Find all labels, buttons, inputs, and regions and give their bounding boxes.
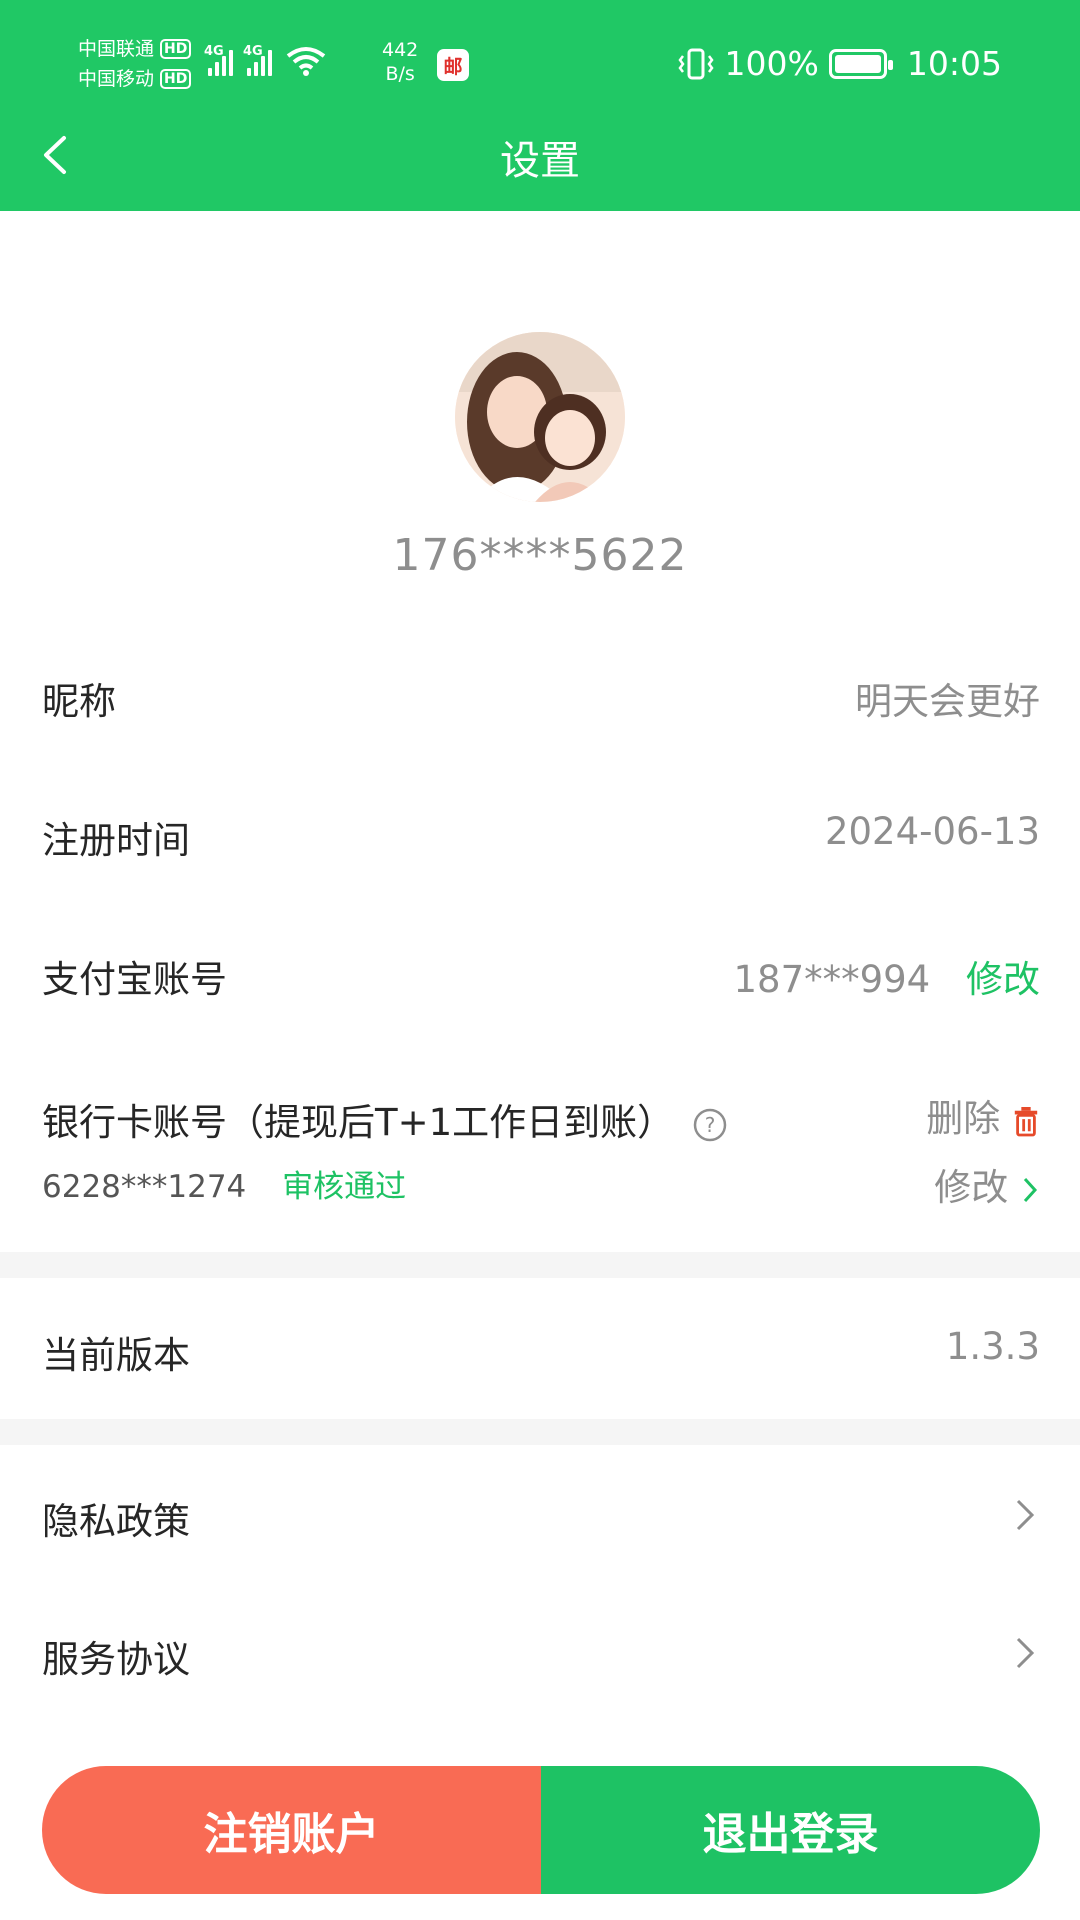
register-time-value: 2024-06-13 bbox=[824, 810, 1040, 853]
alipay-label: 支付宝账号 bbox=[42, 958, 227, 1001]
signal-icon-1: 4G bbox=[204, 44, 233, 76]
nickname-label: 昵称 bbox=[42, 680, 116, 723]
bank-card-label: 银行卡账号（提现后T+1工作日到账） bbox=[42, 1101, 675, 1144]
bank-edit-label: 修改 bbox=[934, 1166, 1009, 1209]
trash-icon bbox=[1014, 1106, 1038, 1136]
page-title: 设置 bbox=[500, 138, 580, 184]
user-phone: 176****5622 bbox=[392, 530, 688, 581]
mail-notification-icon: 邮 bbox=[437, 49, 469, 81]
alipay-edit-link[interactable]: 修改 bbox=[966, 958, 1040, 1001]
chevron-right-icon bbox=[1016, 1637, 1035, 1668]
help-icon[interactable]: ? bbox=[692, 1107, 728, 1143]
register-time-label: 注册时间 bbox=[42, 819, 190, 862]
nickname-value: 明天会更好 bbox=[855, 680, 1040, 723]
hd-badge-2: HD bbox=[160, 69, 192, 89]
chevron-right-icon bbox=[1023, 1177, 1038, 1202]
chevron-right-icon bbox=[1016, 1499, 1035, 1530]
clock: 10:05 bbox=[906, 44, 1002, 83]
bank-card-number: 6228***1274 bbox=[42, 1169, 247, 1205]
avatar-image bbox=[455, 332, 625, 502]
network-type-2: 4G bbox=[243, 44, 263, 59]
status-right: 100% 10:05 bbox=[677, 44, 1002, 83]
section-divider-2 bbox=[0, 1419, 1080, 1445]
app-header: 中国联通 HD 中国移动 HD 4G 4G 442 B/s 邮 100% 10:… bbox=[0, 0, 1080, 211]
service-agreement-label: 服务协议 bbox=[42, 1638, 190, 1681]
network-type-1: 4G bbox=[204, 44, 224, 59]
register-time-row: 注册时间 2024-06-13 bbox=[42, 810, 1040, 864]
battery-icon bbox=[828, 48, 893, 79]
section-divider-1 bbox=[0, 1252, 1080, 1278]
speed-unit: B/s bbox=[385, 63, 415, 85]
battery-percent: 100% bbox=[724, 44, 819, 83]
bank-card-status: 审核通过 bbox=[282, 1169, 407, 1205]
alipay-value: 187***994 bbox=[733, 958, 931, 1001]
network-speed: 442 B/s bbox=[382, 38, 418, 86]
speed-value: 442 bbox=[382, 39, 419, 61]
bank-card-detail-row: 6228***1274 审核通过 修改 bbox=[42, 1161, 1040, 1209]
privacy-policy-row[interactable]: 隐私政策 bbox=[42, 1491, 1040, 1545]
alipay-row: 支付宝账号 187***994 修改 bbox=[42, 949, 1040, 1003]
bank-delete-label: 删除 bbox=[926, 1097, 1001, 1140]
svg-text:?: ? bbox=[705, 1113, 716, 1137]
bank-card-row: 银行卡账号（提现后T+1工作日到账） ? 删除 bbox=[42, 1092, 1040, 1146]
service-agreement-row[interactable]: 服务协议 bbox=[42, 1629, 1040, 1683]
wifi-icon bbox=[286, 47, 326, 76]
mail-badge-text: 邮 bbox=[443, 55, 463, 78]
signal-icon-2: 4G bbox=[243, 44, 272, 76]
avatar[interactable] bbox=[455, 332, 625, 502]
carrier-1: 中国联通 bbox=[78, 38, 155, 60]
version-label: 当前版本 bbox=[42, 1334, 190, 1377]
carrier-2: 中国移动 bbox=[78, 68, 155, 90]
version-row: 当前版本 1.3.3 bbox=[42, 1325, 1040, 1379]
hd-badge-1: HD bbox=[160, 39, 192, 59]
logout-button[interactable]: 退出登录 bbox=[541, 1766, 1040, 1894]
bank-delete-button[interactable]: 删除 bbox=[926, 1088, 1040, 1142]
cancel-account-button[interactable]: 注销账户 bbox=[42, 1766, 541, 1894]
carrier-info: 中国联通 HD 中国移动 HD bbox=[78, 34, 192, 94]
version-value: 1.3.3 bbox=[945, 1325, 1040, 1368]
footer-buttons: 注销账户 退出登录 bbox=[42, 1766, 1040, 1894]
vibrate-icon bbox=[677, 48, 714, 79]
nickname-row[interactable]: 昵称 明天会更好 bbox=[42, 671, 1040, 725]
signal-indicators: 4G 4G bbox=[204, 44, 326, 76]
bank-edit-button[interactable]: 修改 bbox=[934, 1157, 1040, 1211]
privacy-policy-label: 隐私政策 bbox=[42, 1500, 190, 1543]
